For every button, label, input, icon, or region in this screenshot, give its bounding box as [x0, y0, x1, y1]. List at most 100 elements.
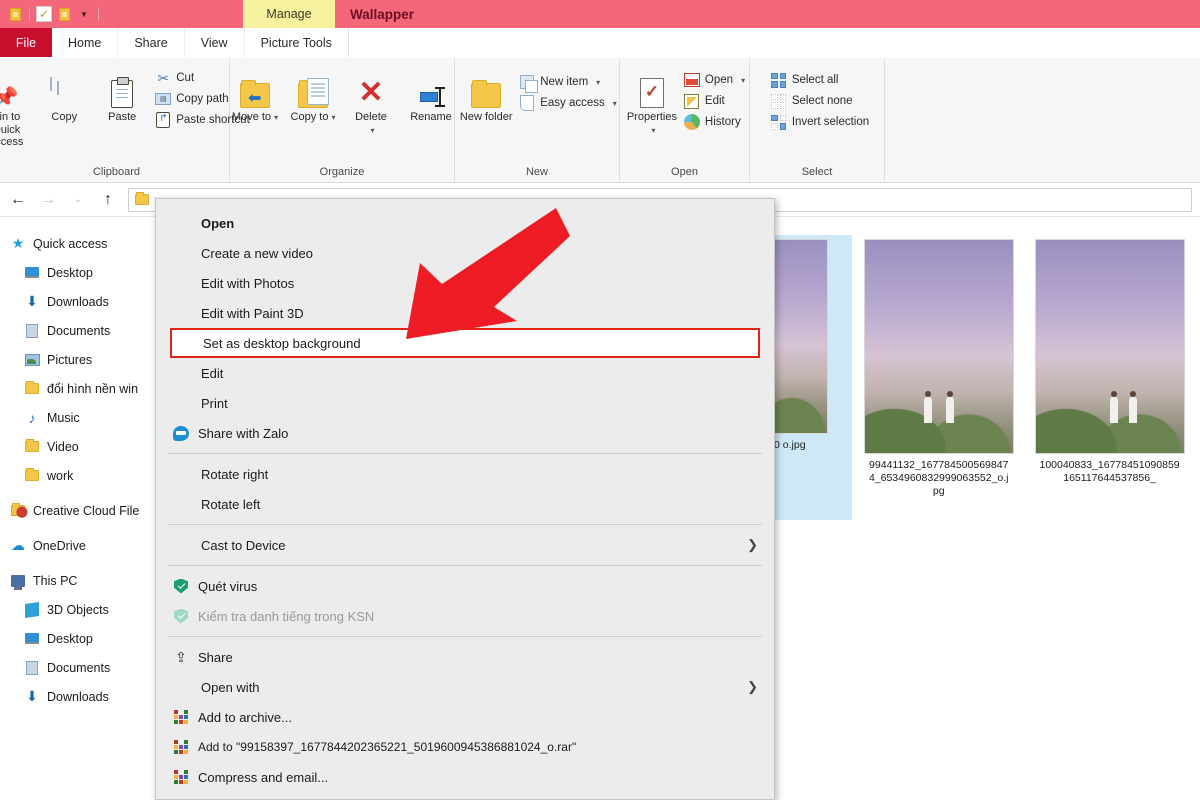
menu-item-print[interactable]: Print: [156, 388, 774, 418]
file-tile[interactable]: 100040833_16778451090859165117644537856_: [1025, 235, 1194, 520]
sidebar-item-onedrive[interactable]: ☁ OneDrive: [0, 531, 160, 560]
quick-access-toolbar[interactable]: ✓ ▼: [0, 5, 102, 23]
menu-item-create-a-new-video[interactable]: Create a new video: [156, 238, 774, 268]
delete-button[interactable]: ✕ Delete▾: [342, 66, 400, 140]
shield-icon: [171, 579, 191, 594]
group-label-clipboard: Clipboard: [93, 166, 140, 182]
new-item-button[interactable]: New item ▾: [519, 74, 617, 90]
menu-item-compress-and-email[interactable]: Compress and email...: [156, 762, 774, 792]
menu-item-quet-virus[interactable]: Quét virus: [156, 571, 774, 601]
sidebar-item-downloads[interactable]: ⬇ Downloads: [0, 287, 160, 316]
divider: [98, 7, 99, 21]
sidebar-item-desktop[interactable]: Desktop: [0, 258, 160, 287]
paste-button[interactable]: Paste: [93, 66, 151, 128]
menu-item-share-with-zalo[interactable]: Share with Zalo: [156, 418, 774, 448]
navigation-pane[interactable]: ★ Quick access Desktop ⬇ Downloads Docum…: [0, 217, 160, 800]
menu-item-add-to-archive[interactable]: Add to archive...: [156, 702, 774, 732]
tab-share[interactable]: Share: [117, 28, 183, 57]
sidebar-item-quick-access[interactable]: ★ Quick access: [0, 229, 160, 258]
folder-icon[interactable]: [55, 5, 73, 23]
chevron-down-icon[interactable]: ▾: [613, 99, 617, 108]
pin-to-quick-access-button[interactable]: 📌 Pin to Quick access: [0, 66, 35, 153]
sidebar-item-documents-pc[interactable]: Documents: [0, 653, 160, 682]
desktop-icon: [24, 631, 40, 647]
chevron-down-icon[interactable]: ▾: [370, 126, 374, 135]
history-icon: [684, 114, 700, 130]
history-button[interactable]: History: [684, 114, 745, 130]
sidebar-item-pictures[interactable]: Pictures: [0, 345, 160, 374]
move-to-button[interactable]: ⬅ Move to▾: [226, 66, 284, 128]
context-menu[interactable]: Open Create a new video Edit with Photos…: [155, 198, 775, 800]
properties-check-icon[interactable]: ✓: [35, 5, 53, 23]
select-none-button[interactable]: Select none: [771, 93, 869, 109]
tab-file[interactable]: File: [0, 28, 52, 57]
new-item-icon: [519, 74, 535, 90]
invert-selection-icon: [771, 114, 787, 130]
folder-icon[interactable]: [6, 5, 24, 23]
menu-item-rotate-right[interactable]: Rotate right: [156, 459, 774, 489]
sidebar-item-desktop-pc[interactable]: Desktop: [0, 624, 160, 653]
properties-icon: [640, 70, 664, 108]
tab-picture-tools[interactable]: Picture Tools: [244, 28, 349, 57]
easy-access-button[interactable]: Easy access ▾: [519, 95, 617, 111]
sidebar-item-3d-objects[interactable]: 3D Objects: [0, 595, 160, 624]
contextual-tab-manage[interactable]: Manage: [243, 0, 335, 28]
menu-item-add-to-rar[interactable]: Add to "99158397_1677844202365221_501960…: [156, 732, 774, 762]
ribbon-group-clipboard: 📌 Pin to Quick access Copy Paste ✂ Cut: [4, 58, 230, 182]
scissors-icon: ✂: [155, 70, 171, 86]
menu-item-share[interactable]: ⇪ Share: [156, 642, 774, 672]
chevron-down-icon[interactable]: ▾: [741, 76, 745, 85]
chevron-down-icon[interactable]: ▾: [331, 113, 335, 122]
sidebar-item-creative-cloud-file[interactable]: ⬤ Creative Cloud File: [0, 496, 160, 525]
select-all-icon: [771, 72, 787, 88]
sidebar-item-downloads-pc[interactable]: ⬇ Downloads: [0, 682, 160, 711]
tab-view[interactable]: View: [184, 28, 244, 57]
open-button[interactable]: Open ▾: [684, 72, 745, 88]
recent-locations-button[interactable]: ⌄: [68, 194, 88, 205]
sidebar-item-this-pc[interactable]: This PC: [0, 566, 160, 595]
menu-item-cast-to-device[interactable]: Cast to Device ❯: [156, 530, 774, 560]
sidebar-item-work[interactable]: work: [0, 461, 160, 490]
chevron-down-icon[interactable]: ▾: [651, 126, 655, 135]
tab-home[interactable]: Home: [52, 28, 117, 57]
properties-button[interactable]: Properties▾: [624, 66, 680, 140]
customize-caret-icon[interactable]: ▼: [75, 5, 93, 23]
copy-button[interactable]: Copy: [35, 66, 93, 128]
menu-separator: [168, 636, 762, 637]
forward-button[interactable]: →: [38, 191, 58, 209]
ribbon: 📌 Pin to Quick access Copy Paste ✂ Cut: [0, 58, 1200, 183]
copy-to-button[interactable]: Copy to▾: [284, 66, 342, 128]
back-button[interactable]: ←: [8, 191, 28, 209]
shield-icon: [171, 609, 191, 624]
sidebar-item-documents[interactable]: Documents: [0, 316, 160, 345]
menu-item-open-with[interactable]: Open with ❯: [156, 672, 774, 702]
ribbon-group-select: Select all Select none Invert selection …: [750, 58, 885, 182]
sidebar-item-doi-hinh-nen-win[interactable]: đổi hình nền win: [0, 374, 160, 403]
menu-item-open[interactable]: Open: [156, 208, 774, 238]
menu-item-edit[interactable]: Edit: [156, 358, 774, 388]
ribbon-tab-strip[interactable]: File Home Share View Picture Tools: [0, 28, 1200, 58]
sidebar-item-video[interactable]: Video: [0, 432, 160, 461]
chevron-right-icon: ❯: [747, 537, 774, 553]
menu-item-set-as-desktop-background[interactable]: Set as desktop background: [170, 328, 760, 358]
folder-icon: [135, 194, 149, 205]
folder-icon: [24, 468, 40, 484]
downloads-icon: ⬇: [24, 294, 40, 310]
menu-item-rotate-left[interactable]: Rotate left: [156, 489, 774, 519]
chevron-down-icon[interactable]: ▾: [274, 113, 278, 122]
invert-selection-button[interactable]: Invert selection: [771, 114, 869, 130]
edit-button[interactable]: Edit: [684, 93, 745, 109]
select-all-button[interactable]: Select all: [771, 72, 869, 88]
title-bar: ✓ ▼ Manage Wallapper: [0, 0, 1200, 28]
menu-item-edit-with-paint-3d[interactable]: Edit with Paint 3D: [156, 298, 774, 328]
menu-item-compress-to-rar-and-email[interactable]: Compress to "99158397_1677844202365221_5…: [156, 792, 774, 800]
file-tile[interactable]: 99441132_1677845005698474_65349608329990…: [854, 235, 1023, 520]
new-folder-button[interactable]: New folder: [457, 66, 515, 128]
folder-icon: [24, 381, 40, 397]
up-button[interactable]: ↑: [98, 191, 118, 209]
menu-item-edit-with-photos[interactable]: Edit with Photos: [156, 268, 774, 298]
group-label-select: Select: [802, 166, 833, 182]
chevron-down-icon[interactable]: ▾: [596, 78, 600, 87]
sidebar-item-music[interactable]: ♪ Music: [0, 403, 160, 432]
file-name: 99441132_1677845005698474_65349608329990…: [866, 459, 1011, 498]
